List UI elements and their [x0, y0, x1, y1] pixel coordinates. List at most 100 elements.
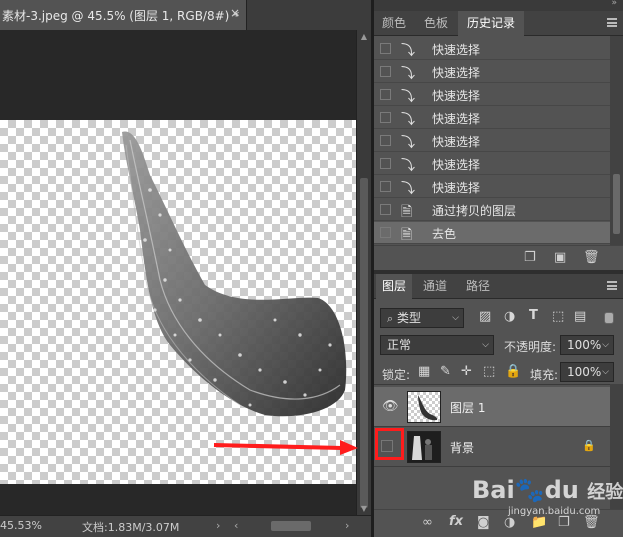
history-item-label: 通过拷贝的图层: [432, 204, 517, 218]
tab-color[interactable]: 颜色: [374, 11, 414, 36]
history-item-active[interactable]: 🗎 去色: [374, 222, 610, 244]
filter-toggle-icon[interactable]: [604, 312, 614, 324]
artboard-lock-icon[interactable]: ⬚: [483, 364, 495, 379]
blend-mode-select[interactable]: 正常 ⌵: [380, 335, 494, 355]
history-item-label: 快速选择: [432, 135, 481, 149]
history-item[interactable]: ⤵ 快速选择: [374, 153, 610, 175]
history-snapshot-checkbox[interactable]: [380, 158, 391, 169]
history-item-label: 快速选择: [432, 66, 481, 80]
scroll-down-icon[interactable]: ▼: [359, 504, 369, 513]
quick-selection-icon: ⤵: [401, 135, 415, 151]
scroll-left-icon[interactable]: ‹: [234, 519, 238, 532]
history-item-label: 去色: [432, 227, 457, 241]
history-snapshot-checkbox[interactable]: [380, 204, 391, 215]
tab-history[interactable]: 历史记录: [458, 11, 524, 36]
chevron-down-icon: ⌵: [602, 340, 609, 350]
watermark-text-bai: Bai: [472, 476, 515, 504]
horizontal-scrollbar-thumb[interactable]: [271, 521, 311, 531]
watermark-logo: Bai🐾du 经验: [472, 476, 623, 504]
close-icon[interactable]: ×: [230, 6, 240, 20]
layer-row[interactable]: 背景 🔒: [374, 427, 610, 467]
status-menu-arrow-icon[interactable]: ›: [216, 519, 220, 532]
layers-panel-tabbar: 图层 通道 路径: [374, 274, 623, 299]
lock-all-icon[interactable]: 🔒: [505, 364, 521, 379]
zoom-level[interactable]: 45.53%: [0, 519, 42, 532]
scroll-up-icon[interactable]: ▲: [359, 32, 369, 41]
scrollbar-thumb[interactable]: [613, 174, 620, 234]
lock-image-pixels-icon[interactable]: ✎: [440, 364, 451, 379]
quick-selection-icon: ⤵: [401, 158, 415, 174]
link-layers-icon[interactable]: ∞: [422, 515, 433, 530]
history-item[interactable]: ⤵ 快速选择: [374, 61, 610, 83]
history-item[interactable]: ⤵ 快速选择: [374, 130, 610, 152]
history-snapshot-checkbox[interactable]: [380, 181, 391, 192]
type-layer-filter-icon[interactable]: T: [529, 308, 538, 323]
quick-selection-icon: ⤵: [401, 181, 415, 197]
new-document-from-state-icon[interactable]: ❐: [524, 250, 536, 265]
blend-mode-value: 正常: [387, 338, 412, 352]
tab-swatches[interactable]: 色板: [415, 11, 457, 36]
quick-selection-icon: ⤵: [401, 43, 415, 59]
chevron-down-icon: ⌵: [452, 313, 459, 323]
opacity-input[interactable]: 100% ⌵: [560, 335, 614, 355]
chevron-down-icon: ⌵: [482, 340, 489, 350]
layer-thumbnail: [407, 391, 441, 423]
history-item[interactable]: ⤵ 快速选择: [374, 176, 610, 198]
history-snapshot-checkbox[interactable]: [380, 89, 391, 100]
history-snapshot-checkbox[interactable]: [380, 66, 391, 77]
collapse-panels-icon[interactable]: »: [611, 0, 617, 8]
history-snapshot-checkbox[interactable]: [380, 227, 391, 238]
scroll-right-icon[interactable]: ›: [345, 519, 349, 532]
document-tab[interactable]: 素材-3.jpeg @ 45.5% (图层 1, RGB/8#) * ×: [0, 0, 247, 30]
watermark-text-jingyan: 经验: [587, 482, 623, 503]
layer-filter-value: 类型: [397, 311, 422, 325]
lock-icon[interactable]: 🔒: [582, 439, 596, 452]
history-scrollbar[interactable]: [610, 36, 623, 245]
lock-transparency-icon[interactable]: ▦: [418, 364, 430, 379]
history-item[interactable]: ⤵ 快速选择: [374, 107, 610, 129]
history-item-label: 快速选择: [432, 181, 481, 195]
veil-image: [122, 131, 347, 417]
quick-selection-icon: ⤵: [401, 89, 415, 105]
right-panel-dock: 颜色 色板 历史记录 » ⤵ 快速选择 ⤵ 快速选择 ⤵ 快速选择 ⤵ 快速选择…: [374, 0, 623, 537]
history-snapshot-checkbox[interactable]: [380, 112, 391, 123]
layer-filter-select[interactable]: ⌕ 类型 ⌵: [380, 308, 464, 328]
history-item-label: 快速选择: [432, 112, 481, 126]
layer-thumbnail: [407, 431, 441, 463]
pixel-layer-filter-icon[interactable]: ▨: [479, 309, 491, 324]
lock-position-icon[interactable]: ✛: [461, 364, 472, 379]
document-size-info[interactable]: 文档:1.83M/3.07M: [82, 519, 179, 535]
fill-input[interactable]: 100% ⌵: [560, 362, 614, 382]
history-item[interactable]: 🗎 通过拷贝的图层: [374, 199, 610, 221]
tab-paths[interactable]: 路径: [458, 274, 498, 299]
quick-selection-icon: ⤵: [401, 112, 415, 128]
transparent-canvas[interactable]: [0, 120, 356, 484]
tab-layers[interactable]: 图层: [376, 274, 412, 299]
eye-icon[interactable]: 👁: [382, 399, 399, 414]
history-snapshot-checkbox[interactable]: [380, 43, 391, 54]
status-bar: 45.53% 文档:1.83M/3.07M › ‹ ›: [0, 515, 371, 537]
layer-name[interactable]: 背景: [450, 439, 474, 456]
search-icon: ⌕: [387, 312, 394, 325]
smart-object-filter-icon[interactable]: ▤: [574, 309, 586, 324]
tab-channels[interactable]: 通道: [415, 274, 455, 299]
bride-thumbnail-image: [412, 436, 432, 460]
layer-name[interactable]: 图层 1: [450, 399, 485, 416]
panel-dock-header: »: [374, 0, 623, 11]
camera-icon[interactable]: ▣: [554, 250, 566, 265]
lock-label: 锁定:: [382, 368, 411, 382]
document-tab-title: 素材-3.jpeg @ 45.5% (图层 1, RGB/8#) *: [2, 9, 240, 23]
fx-icon[interactable]: fx: [449, 514, 463, 529]
veil-thumbnail-image: [418, 395, 438, 421]
history-snapshot-checkbox[interactable]: [380, 135, 391, 146]
highlight-box: [375, 428, 404, 460]
adjustment-layer-filter-icon[interactable]: ◑: [504, 309, 515, 324]
shape-layer-filter-icon[interactable]: ⬚: [552, 309, 564, 324]
panel-menu-icon[interactable]: [607, 18, 617, 27]
scrollbar-thumb[interactable]: [360, 178, 368, 508]
history-item[interactable]: ⤵ 快速选择: [374, 84, 610, 106]
history-item[interactable]: ⤵ 快速选择: [374, 38, 610, 60]
trash-icon[interactable]: 🗑: [583, 250, 600, 265]
layer-row[interactable]: 👁 图层 1: [374, 387, 610, 427]
panel-menu-icon[interactable]: [607, 281, 617, 290]
